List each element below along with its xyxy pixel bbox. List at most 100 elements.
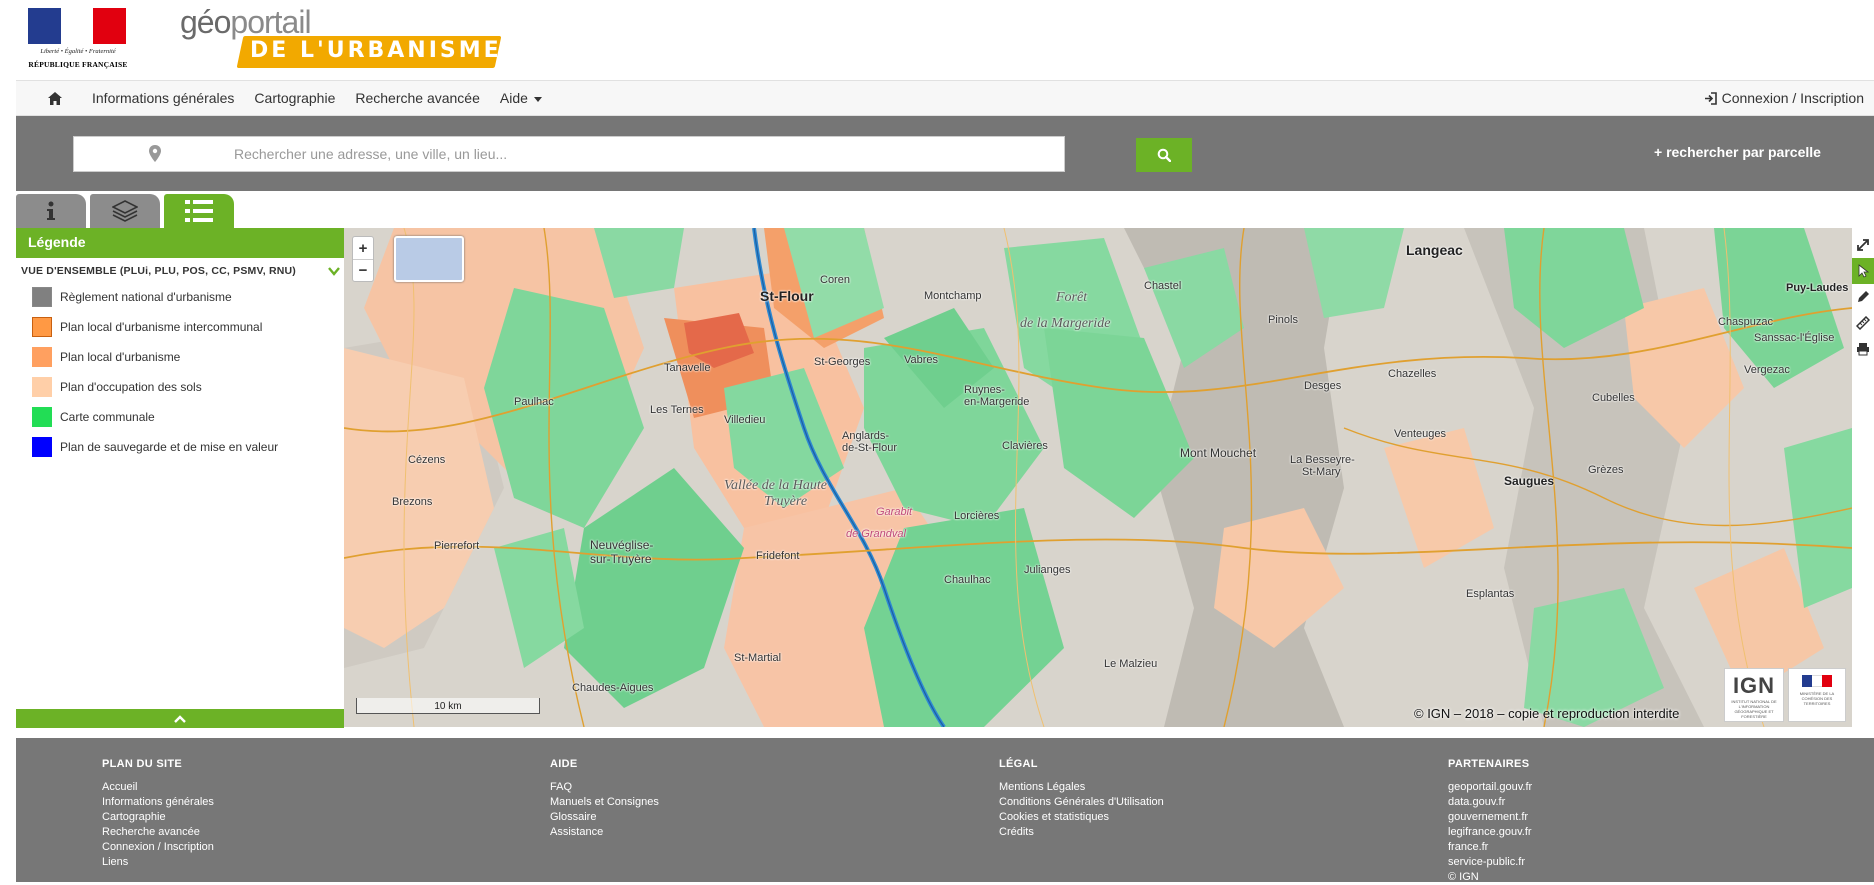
footer-link[interactable]: Crédits: [999, 825, 1164, 840]
map-label-sanssac: Sanssac-l'Église: [1754, 332, 1835, 344]
map-label-st-flour: St-Flour: [760, 288, 814, 304]
map-label-pinols: Pinols: [1268, 314, 1298, 326]
footer-link[interactable]: gouvernement.fr: [1448, 810, 1532, 825]
tab-layers[interactable]: [90, 194, 160, 228]
search-button[interactable]: [1136, 138, 1192, 172]
map-label-margeride: de la Margeride: [1020, 316, 1111, 331]
footer-col-title: PLAN DU SITE: [102, 758, 182, 770]
footer-link[interactable]: Informations générales: [102, 795, 214, 810]
legend-section-header[interactable]: VUE D'ENSEMBLE (PLUi, PLU, POS, CC, PSMV…: [16, 258, 344, 280]
pointer-tool-button[interactable]: [1852, 258, 1874, 284]
map-label-tanavelle: Tanavelle: [664, 362, 711, 374]
map-label-venteuges: Venteuges: [1394, 428, 1446, 440]
geoportail-urbanisme-logo[interactable]: géoportail DE L'URBANISME: [178, 4, 508, 74]
ign-logo[interactable]: IGN INSTITUT NATIONAL DE L'INFORMATION G…: [1724, 668, 1784, 722]
map-label-grezes: Grèzes: [1588, 464, 1624, 476]
footer-link[interactable]: Manuels et Consignes: [550, 795, 659, 810]
footer-link[interactable]: Mentions Légales: [999, 780, 1164, 795]
list-icon: [185, 200, 213, 222]
map-label-les-ternes: Les Ternes: [650, 404, 704, 416]
map-label-cubelles: Cubelles: [1592, 392, 1635, 404]
print-button[interactable]: [1852, 336, 1874, 362]
zoom-out-button[interactable]: −: [353, 259, 373, 281]
draw-tool-button[interactable]: [1852, 284, 1874, 310]
map-label-lorcieres: Lorcières: [954, 510, 1000, 522]
map-view[interactable]: St-Flour Langeac Saugues Forêt de la Mar…: [344, 228, 1852, 727]
ministry-logo[interactable]: MINISTÈRE DE LA COHÉSION DES TERRITOIRES: [1788, 668, 1846, 722]
map-label-chazelles: Chazelles: [1388, 368, 1437, 380]
chevron-down-icon: [328, 267, 340, 276]
legend-swatch: [32, 377, 52, 397]
footer-link[interactable]: Connexion / Inscription: [102, 840, 214, 855]
legend-item-label: Règlement national d'urbanisme: [60, 290, 232, 304]
footer-link[interactable]: Cartographie: [102, 810, 214, 825]
footer-link[interactable]: service-public.fr: [1448, 855, 1532, 870]
map-label-saugues: Saugues: [1504, 474, 1555, 488]
footer-link[interactable]: data.gouv.fr: [1448, 795, 1532, 810]
map-label-sur-truyere: sur-Truyère: [590, 552, 652, 566]
nav-recherche-avancee[interactable]: Recherche avancée: [355, 90, 480, 106]
footer-link[interactable]: Conditions Générales d'Utilisation: [999, 795, 1164, 810]
search-bar: + rechercher par parcelle: [16, 116, 1874, 191]
nav-aide-dropdown[interactable]: Aide: [500, 90, 542, 106]
marianne-flag-icon: [28, 8, 127, 44]
map-marker-icon: [149, 145, 161, 162]
map-label-vallee: Vallée de la Haute: [724, 478, 828, 493]
footer-link[interactable]: FAQ: [550, 780, 659, 795]
info-icon: [47, 201, 55, 220]
fullscreen-icon: [1857, 239, 1869, 251]
nav-informations-generales[interactable]: Informations générales: [92, 90, 234, 106]
site-footer: PLAN DU SITE Accueil Informations généra…: [16, 738, 1874, 885]
legend-item-label: Plan de sauvegarde et de mise en valeur: [60, 440, 279, 454]
measure-tool-button[interactable]: [1852, 310, 1874, 336]
logo-urbanisme-text: DE L'URBANISME: [250, 38, 502, 63]
footer-col-title: AIDE: [550, 758, 578, 770]
footer-link[interactable]: france.fr: [1448, 840, 1532, 855]
republique-francaise-logo[interactable]: Liberté • Égalité • Fraternité RÉPUBLIQU…: [26, 6, 130, 72]
map-label-coren: Coren: [820, 274, 850, 286]
footer-link[interactable]: Glossaire: [550, 810, 659, 825]
legend-swatch: [32, 407, 52, 427]
footer-link[interactable]: geoportail.gouv.fr: [1448, 780, 1532, 795]
sign-in-icon: [1704, 91, 1717, 105]
footer-col-plan-du-site: PLAN DU SITE Accueil Informations généra…: [102, 758, 214, 870]
home-button[interactable]: [38, 81, 72, 115]
footer-link[interactable]: Recherche avancée: [102, 825, 214, 840]
login-label: Connexion / Inscription: [1721, 90, 1864, 106]
ign-logo-text: IGN: [1732, 673, 1776, 698]
nav-aide-label: Aide: [499, 90, 528, 106]
map-label-chaulhac: Chaulhac: [944, 574, 991, 586]
legend-item: Plan d'occupation des sols: [32, 372, 344, 402]
legend-item: Plan local d'urbanisme: [32, 342, 344, 372]
footer-link[interactable]: Accueil: [102, 780, 214, 795]
tab-legend[interactable]: [164, 194, 234, 228]
map-label-villedieu: Villedieu: [724, 414, 766, 426]
map-label-pierrefort: Pierrefort: [434, 540, 480, 552]
footer-link[interactable]: © IGN: [1448, 870, 1532, 885]
collapse-panel-button[interactable]: [16, 709, 344, 728]
map-label-cezens: Cézens: [408, 454, 446, 466]
legend-item: Plan de sauvegarde et de mise en valeur: [32, 432, 344, 462]
footer-link[interactable]: Cookies et statistiques: [999, 810, 1164, 825]
footer-col-title: LÉGAL: [999, 758, 1038, 770]
map-label-grandval: de Grandval: [846, 528, 906, 540]
zoom-in-button[interactable]: +: [353, 237, 373, 259]
panel-tabs: [16, 194, 238, 228]
footer-link[interactable]: legifrance.gouv.fr: [1448, 825, 1532, 840]
tab-info[interactable]: [16, 194, 86, 228]
overview-minimap[interactable]: [394, 236, 464, 282]
search-by-parcel-link[interactable]: + rechercher par parcelle: [1654, 144, 1821, 160]
site-header: Liberté • Égalité • Fraternité RÉPUBLIQU…: [0, 0, 1874, 80]
footer-link[interactable]: Assistance: [550, 825, 659, 840]
search-input[interactable]: [234, 137, 1054, 171]
footer-link[interactable]: Liens: [102, 855, 214, 870]
nav-cartographie[interactable]: Cartographie: [254, 90, 335, 106]
legend-title: Légende: [16, 228, 344, 258]
map-label-anglards: Anglards-: [842, 430, 890, 442]
legend-list: Règlement national d'urbanisme Plan loca…: [16, 280, 344, 462]
fullscreen-button[interactable]: [1852, 232, 1874, 258]
map-label-le-malzieu: Le Malzieu: [1104, 658, 1158, 670]
login-link[interactable]: Connexion / Inscription: [1704, 90, 1864, 106]
map-label-garabit: Garabit: [876, 506, 913, 518]
map-label-clavieres: Clavières: [1002, 440, 1048, 452]
